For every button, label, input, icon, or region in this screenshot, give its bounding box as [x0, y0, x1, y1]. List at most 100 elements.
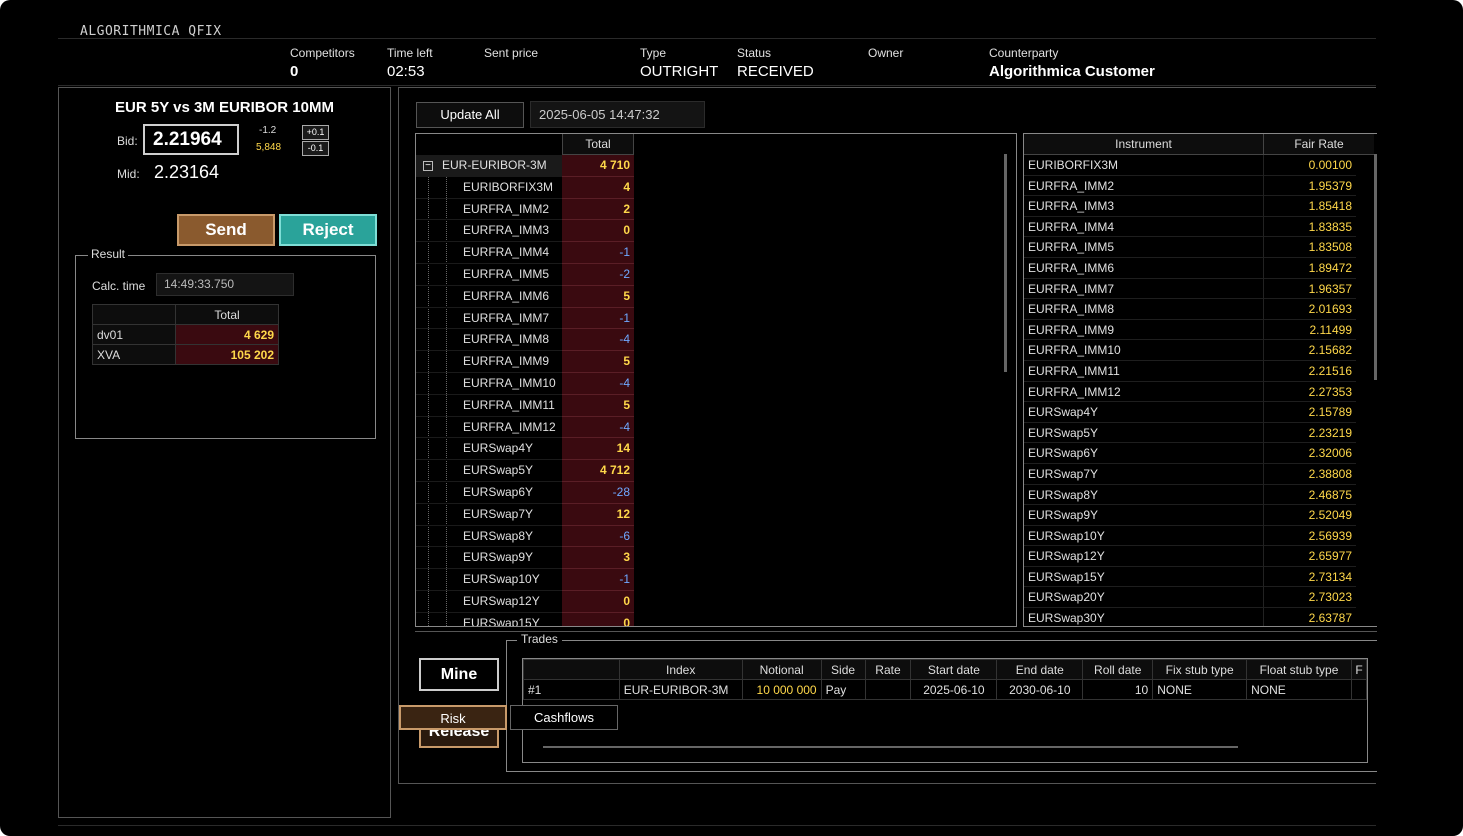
fair-rate-row[interactable]: EURFRA_IMM7 1.96357	[1024, 278, 1377, 300]
mine-button[interactable]: Mine	[419, 658, 499, 691]
instrument-column-header[interactable]: Instrument	[1024, 134, 1264, 154]
update-all-button[interactable]: Update All	[416, 102, 524, 128]
tree-child-row[interactable]: EURSwap9Y 3	[416, 547, 1016, 570]
trades-column-header[interactable]	[523, 659, 620, 680]
trades-horizontal-scrollbar[interactable]	[543, 746, 1238, 748]
tree-child-name: EURSwap5Y	[416, 460, 562, 482]
tree-child-row[interactable]: EURFRA_IMM10 -4	[416, 372, 1016, 395]
fair-rate-table[interactable]: Instrument Fair Rate EURIBORFIX3M 0.00100…	[1023, 133, 1377, 627]
fair-rate-row[interactable]: EURSwap12Y 2.65977	[1024, 546, 1377, 567]
tree-child-row[interactable]: EURFRA_IMM3 0	[416, 220, 1016, 243]
fair-rate-row[interactable]: EURSwap7Y 2.38808	[1024, 463, 1377, 485]
tree-child-row[interactable]: EURSwap7Y 12	[416, 503, 1016, 526]
bid-input[interactable]: 2.21964	[143, 124, 239, 155]
fair-rate-row[interactable]: EURSwap10Y 2.56939	[1024, 525, 1377, 547]
fair-rate-instrument: EURFRA_IMM4	[1024, 216, 1264, 238]
trades-column-header[interactable]: Start date	[910, 659, 998, 680]
fair-rate-row[interactable]: EURFRA_IMM5 1.83508	[1024, 237, 1377, 258]
tree-child-row[interactable]: EURFRA_IMM5 -2	[416, 263, 1016, 286]
collapse-icon[interactable]: −	[423, 161, 433, 171]
trades-column-header[interactable]: Rate	[864, 659, 912, 680]
fair-rate-value: 1.89472	[1264, 257, 1356, 279]
fair-rate-row[interactable]: EURSwap8Y 2.46875	[1024, 484, 1377, 506]
tree-child-row[interactable]: EURSwap4Y 14	[416, 438, 1016, 461]
tree-child-row[interactable]: EURFRA_IMM4 -1	[416, 242, 1016, 264]
instrument-title: EUR 5Y vs 3M EURIBOR 10MM	[115, 99, 334, 116]
fair-rate-row[interactable]: EURFRA_IMM11 2.21516	[1024, 360, 1377, 382]
fair-rate-row[interactable]: EURIBORFIX3M 0.00100	[1024, 155, 1377, 176]
bid-step-up-button[interactable]: +0.1	[302, 125, 329, 140]
tree-child-row[interactable]: EURSwap8Y -6	[416, 525, 1016, 548]
trades-table: Index Notional Side Rate Start date End date R…	[523, 659, 1367, 700]
fair-rate-row[interactable]: EURSwap15Y 2.73134	[1024, 566, 1377, 588]
fair-rate-value: 2.21516	[1264, 360, 1356, 382]
bid-step-down-button[interactable]: -0.1	[302, 141, 329, 156]
fair-rate-row[interactable]: EURSwap20Y 2.73023	[1024, 587, 1377, 609]
fair-rate-row[interactable]: EURSwap5Y 2.23219	[1024, 422, 1377, 444]
trades-column-header[interactable]: Fix stub type	[1152, 659, 1248, 680]
send-button[interactable]: Send	[177, 214, 275, 246]
fair-rate-row[interactable]: EURFRA_IMM2 1.95379	[1024, 175, 1377, 197]
trades-column-header[interactable]: Index	[618, 659, 743, 680]
tree-child-name: EURFRA_IMM2	[416, 199, 562, 221]
fair-rate-value: 2.52049	[1264, 505, 1356, 526]
tree-child-row[interactable]: EURFRA_IMM9 5	[416, 351, 1016, 373]
tree-child-row[interactable]: EURIBORFIX3M 4	[416, 176, 1016, 199]
fair-rate-header: Instrument Fair Rate	[1024, 134, 1377, 155]
fair-rate-row[interactable]: EURFRA_IMM3 1.85418	[1024, 196, 1377, 217]
fair-rate-row[interactable]: EURFRA_IMM10 2.15682	[1024, 340, 1377, 361]
tree-child-row[interactable]: EURFRA_IMM2 2	[416, 198, 1016, 221]
fair-rate-column-header[interactable]: Fair Rate	[1264, 134, 1374, 154]
tree-child-row[interactable]: EURSwap12Y 0	[416, 590, 1016, 613]
fair-rate-instrument: EURFRA_IMM10	[1024, 340, 1264, 361]
tree-child-row[interactable]: EURFRA_IMM7 -1	[416, 307, 1016, 330]
result-table: Total dv01 4 629 XVA 105 202	[92, 304, 279, 365]
trades-column-header[interactable]: F	[1350, 659, 1367, 680]
fair-rate-row[interactable]: EURFRA_IMM8 2.01693	[1024, 299, 1377, 320]
trades-column-header[interactable]: Notional	[741, 659, 822, 680]
trade-row[interactable]: #1 EUR-EURIBOR-3M 10 000 000 Pay 2025-06-10 2…	[523, 679, 1367, 700]
tree-child-value: -28	[562, 481, 634, 504]
fair-rate-instrument: EURFRA_IMM3	[1024, 196, 1264, 217]
tree-child-name: EURFRA_IMM3	[416, 220, 562, 243]
tree-child-row[interactable]: EURFRA_IMM6 5	[416, 285, 1016, 308]
tree-parent-row[interactable]: EUR-EURIBOR-3M 4 710	[416, 155, 1016, 177]
fair-rate-row[interactable]: EURFRA_IMM9 2.11499	[1024, 319, 1377, 341]
fair-rate-instrument: EURFRA_IMM11	[1024, 360, 1264, 382]
trades-column-header[interactable]: Roll date	[1082, 659, 1154, 680]
tree-scrollbar[interactable]	[1004, 154, 1007, 372]
mid-value: 2.23164	[154, 162, 220, 182]
tree-child-row[interactable]: EURFRA_IMM8 -4	[416, 329, 1016, 352]
tree-parent-name: EUR-EURIBOR-3M	[416, 155, 562, 177]
tree-child-row[interactable]: EURSwap6Y -28	[416, 481, 1016, 504]
tree-child-row[interactable]: EURFRA_IMM11 5	[416, 394, 1016, 417]
tab-cashflows[interactable]: Cashflows	[510, 705, 618, 730]
fair-rate-value: 1.96357	[1264, 278, 1356, 300]
tree-child-value: 0	[562, 590, 634, 613]
trades-column-header[interactable]: End date	[996, 659, 1084, 680]
tree-child-row[interactable]: EURFRA_IMM12 -4	[416, 416, 1016, 439]
trades-column-header[interactable]: Float stub type	[1246, 659, 1352, 680]
tab-risk[interactable]: Risk	[399, 705, 507, 730]
fair-rate-value: 1.83508	[1264, 237, 1356, 258]
fair-rate-row[interactable]: EURSwap9Y 2.52049	[1024, 505, 1377, 526]
fair-rate-row[interactable]: EURFRA_IMM6 1.89472	[1024, 257, 1377, 279]
tree-child-row[interactable]: EURSwap5Y 4 712	[416, 460, 1016, 482]
timestamp-field: 2025-06-05 14:47:32	[530, 101, 705, 128]
tree-child-row[interactable]: EURSwap15Y 0	[416, 612, 1016, 626]
fair-rate-scrollbar[interactable]	[1374, 154, 1377, 380]
fair-rate-row[interactable]: EURFRA_IMM4 1.83835	[1024, 216, 1377, 238]
result-legend: Result	[88, 247, 129, 261]
fair-rate-row[interactable]: EURSwap6Y 2.32006	[1024, 443, 1377, 464]
fair-rate-row[interactable]: EURSwap30Y 2.63787	[1024, 608, 1377, 626]
tree-child-value: 14	[562, 438, 634, 461]
fair-rate-row[interactable]: EURFRA_IMM12 2.27353	[1024, 381, 1377, 403]
header-counterparty: Counterparty Algorithmica Customer	[989, 46, 1155, 80]
tree-child-row[interactable]: EURSwap10Y -1	[416, 569, 1016, 591]
trade-cell: #1	[523, 679, 620, 700]
trades-column-header[interactable]: Side	[820, 659, 866, 680]
reject-button[interactable]: Reject	[279, 214, 377, 246]
fair-rate-row[interactable]: EURSwap4Y 2.15789	[1024, 402, 1377, 423]
risk-tree[interactable]: Total EUR-EURIBOR-3M 4 710 EURIBORFIX3M 4…	[415, 133, 1017, 627]
tree-child-name: EURSwap7Y	[416, 504, 562, 526]
